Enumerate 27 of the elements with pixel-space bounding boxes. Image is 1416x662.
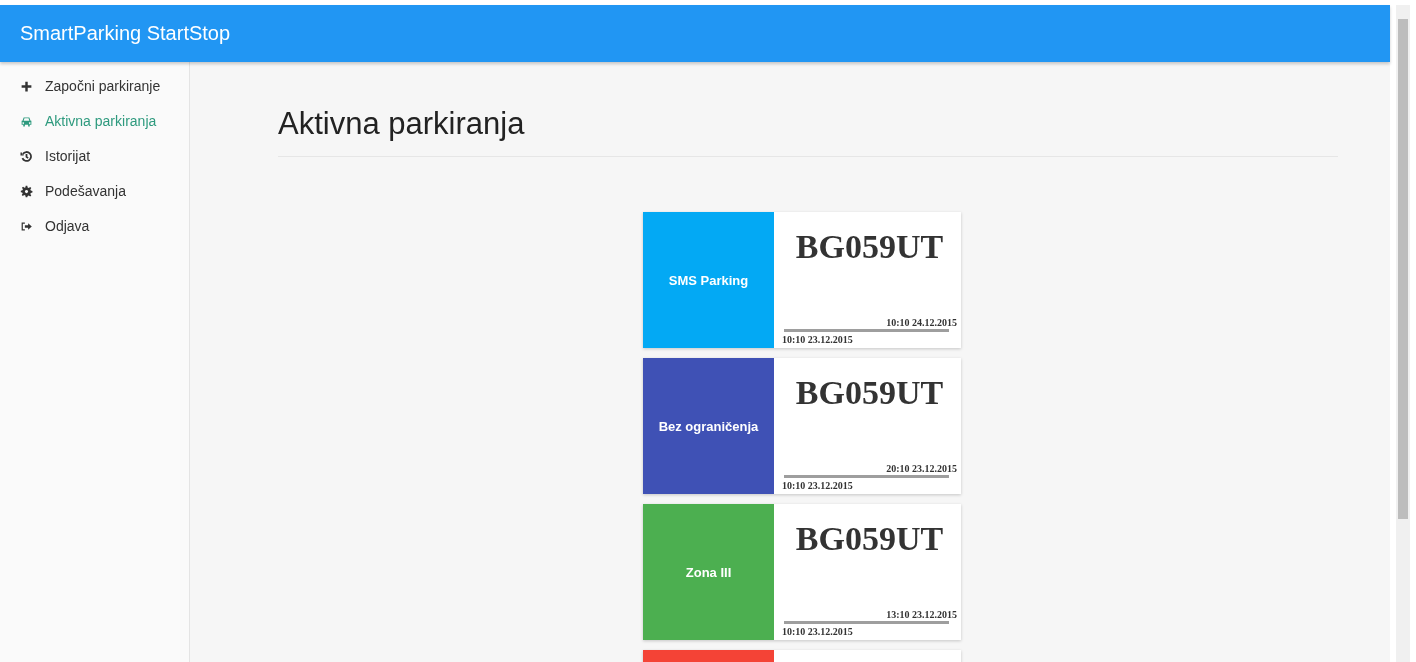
parking-card[interactable]: SMS Parking BG059UT 10:10 24.12.2015 10:10 23.12.2015 [643, 212, 961, 348]
license-plate: BG059UT [794, 374, 945, 413]
parking-card[interactable]: Zona III BG059UT 13:10 23.12.2015 10:10 23.12.2015 [643, 504, 961, 640]
parking-card[interactable]: Bez ograničenja BG059UT 20:10 23.12.2015 10:10 23.12.2015 [643, 358, 961, 494]
sidebar-item[interactable]: Odjava [0, 212, 90, 241]
car-icon [20, 114, 33, 128]
sidebar-item[interactable]: Započni parkiranje [0, 72, 161, 101]
end-time: 20:10 23.12.2015 [885, 463, 957, 474]
end-time: 10:10 24.12.2015 [885, 317, 957, 328]
start-time: 10:10 23.12.2015 [782, 626, 854, 637]
app-title: SmartParking StartStop [20, 22, 231, 45]
page-heading: Aktivna parkiranja [278, 106, 1338, 157]
end-time: 13:10 23.12.2015 [885, 609, 957, 620]
zone-name: Bez ograničenja [658, 418, 759, 434]
logout-icon [20, 219, 33, 233]
sidebar-item[interactable]: Podešavanja [0, 177, 126, 206]
history-icon [20, 149, 33, 163]
sidebar-item[interactable]: Istorijat [0, 142, 91, 171]
start-time: 10:10 23.12.2015 [782, 480, 854, 491]
start-time: 10:10 23.12.2015 [782, 334, 854, 345]
scrollbar[interactable] [1396, 5, 1410, 662]
license-plate: BG059UT [794, 228, 945, 267]
plus-icon [20, 79, 33, 93]
gear-icon [20, 184, 33, 198]
license-plate: BG059UT [794, 520, 945, 559]
zone-name: Zona III [685, 564, 732, 580]
zone-name: SMS Parking [668, 272, 749, 288]
